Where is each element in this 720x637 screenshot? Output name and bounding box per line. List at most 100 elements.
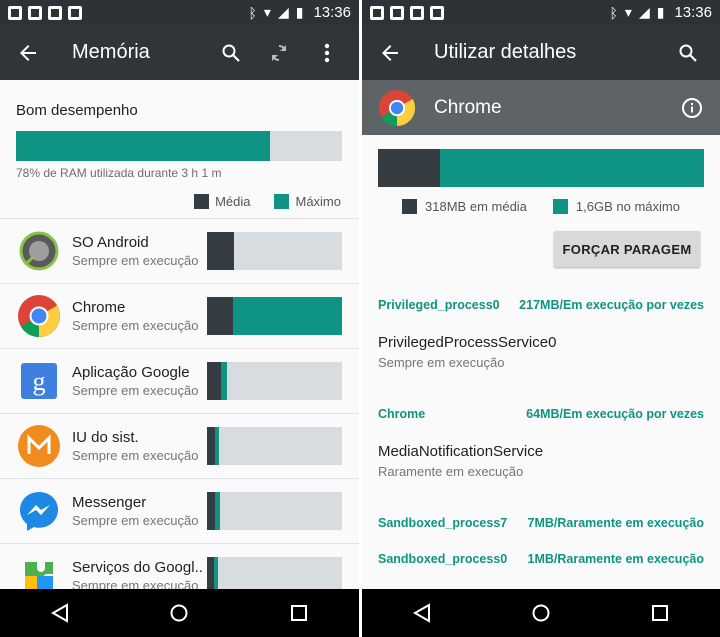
nav-recents-button[interactable] — [630, 589, 690, 637]
maximum-usage-fill — [232, 297, 342, 335]
back-button[interactable] — [0, 25, 56, 80]
app-usage-bar — [207, 232, 342, 270]
chrome-icon — [17, 294, 61, 338]
navigation-bar — [0, 589, 359, 637]
back-button[interactable] — [362, 25, 418, 80]
legend-maximum-label: 1,6GB no máximo — [575, 199, 680, 214]
process-row: Chrome 64MB/Em execução por vezes — [378, 407, 704, 421]
app-row[interactable]: SO Android Sempre em execução — [0, 218, 359, 283]
process-name: Privileged_process0 — [378, 298, 500, 312]
usage-legend: 318MB em média 1,6GB no máximo — [362, 199, 720, 214]
service-status: Sempre em execução — [378, 355, 505, 370]
nav-home-icon — [532, 604, 550, 622]
maximum-usage-fill — [220, 362, 228, 400]
more-vertical-icon — [324, 43, 330, 62]
service-name: PrivilegedProcessService0 — [378, 334, 557, 351]
wifi-icon: ▾ — [624, 4, 632, 20]
nav-back-button[interactable] — [30, 589, 90, 637]
android-os-icon — [17, 229, 61, 273]
app-usage-bar — [207, 492, 342, 530]
screens: ᛒ ▾ ◢ ▮ 13:36 Memória Bom desempenho 78%… — [0, 0, 720, 637]
status-time: 13:36 — [674, 4, 712, 21]
messenger-icon — [17, 489, 61, 533]
search-button[interactable] — [664, 29, 712, 77]
refresh-button[interactable] — [255, 29, 303, 77]
average-usage-fill — [207, 492, 216, 530]
app-name: Chrome — [434, 96, 502, 118]
signal-icon: ◢ — [277, 4, 289, 20]
refresh-icon — [271, 44, 287, 61]
app-bar: Utilizar detalhes — [362, 25, 720, 80]
back-arrow-icon — [382, 44, 398, 61]
nav-back-icon — [50, 603, 68, 623]
signal-icon: ◢ — [638, 4, 650, 20]
usage-details: 318MB em média 1,6GB no máximo FORÇAR PA… — [362, 135, 720, 589]
average-usage-fill — [207, 427, 216, 465]
performance-heading: Bom desempenho — [16, 102, 138, 119]
maximum-swatch — [552, 199, 568, 214]
average-swatch — [194, 194, 210, 209]
legend-average-label: Média — [215, 194, 251, 209]
gallery-icon — [430, 5, 444, 20]
mail-icon — [48, 5, 62, 20]
facebook-icon — [8, 5, 22, 20]
app-row[interactable]: Chrome Sempre em execução — [0, 283, 359, 348]
average-usage-fill — [207, 297, 233, 335]
nav-recents-button[interactable] — [269, 589, 329, 637]
nav-home-button[interactable] — [149, 589, 209, 637]
force-stop-button[interactable]: FORÇAR PARAGEM — [554, 231, 700, 267]
service-name: MediaNotificationService — [378, 443, 544, 460]
average-usage-fill — [378, 149, 440, 187]
app-row[interactable]: IU do sist. Sempre em execução — [0, 413, 359, 478]
app-status: Sempre em execução — [72, 383, 199, 398]
nav-recents-icon — [291, 605, 308, 621]
notification-icons — [370, 5, 444, 20]
navigation-bar — [362, 589, 720, 637]
chrome-icon — [378, 89, 416, 126]
google-app-icon: g — [17, 359, 61, 403]
ram-usage-fill — [16, 131, 271, 161]
app-header: Chrome — [362, 80, 720, 135]
app-row[interactable]: Messenger Sempre em execução — [0, 478, 359, 543]
battery-icon: ▮ — [656, 4, 665, 20]
wifi-icon: ▾ — [263, 4, 271, 20]
overflow-menu-button[interactable] — [303, 29, 351, 77]
average-usage-fill — [207, 362, 221, 400]
back-arrow-icon — [20, 44, 36, 61]
app-name: IU do sist. — [72, 429, 139, 446]
process-name: Chrome — [378, 407, 426, 421]
app-name: Chrome — [72, 299, 126, 316]
memory-usage-bar — [378, 149, 704, 187]
ram-usage-bar — [16, 131, 342, 161]
ram-caption: 78% de RAM utilizada durante 3 h 1 m — [16, 166, 222, 180]
app-row[interactable]: Serviços do Googl.. Sempre em execução — [0, 543, 359, 589]
legend-average-label: 318MB em média — [425, 199, 527, 214]
process-info: 1MB/Raramente em execução — [527, 552, 704, 566]
nav-home-icon — [170, 604, 188, 622]
average-usage-fill — [207, 232, 234, 270]
maximum-swatch — [274, 194, 290, 209]
bluetooth-icon: ᛒ — [248, 4, 257, 21]
memory-screen: ᛒ ▾ ◢ ▮ 13:36 Memória Bom desempenho 78%… — [0, 0, 359, 637]
app-name: SO Android — [72, 234, 149, 251]
average-usage-fill — [207, 557, 214, 589]
search-icon — [222, 44, 240, 62]
usage-details-screen: ᛒ ▾ ◢ ▮ 13:36 Utilizar detalhes Chrome 3… — [362, 0, 720, 637]
process-info: 64MB/Em execução por vezes — [526, 407, 704, 421]
legend-maximum-label: Máximo — [295, 194, 341, 209]
facebook-icon — [370, 5, 384, 20]
app-row[interactable]: g Aplicação Google Sempre em execução — [0, 348, 359, 413]
nav-home-button[interactable] — [511, 589, 571, 637]
nav-back-button[interactable] — [392, 589, 452, 637]
status-bar: ᛒ ▾ ◢ ▮ 13:36 — [362, 0, 720, 25]
process-info: 7MB/Raramente em execução — [527, 516, 704, 530]
facebook-icon — [28, 5, 42, 20]
process-row: Privileged_process0 217MB/Em execução po… — [378, 298, 704, 312]
app-usage-bar — [207, 297, 342, 335]
app-usage-bar — [207, 427, 342, 465]
app-info-button[interactable] — [668, 84, 716, 132]
search-button[interactable] — [207, 29, 255, 77]
app-name: Serviços do Googl.. — [72, 559, 203, 576]
search-icon — [679, 44, 697, 62]
app-status: Sempre em execução — [72, 448, 199, 463]
